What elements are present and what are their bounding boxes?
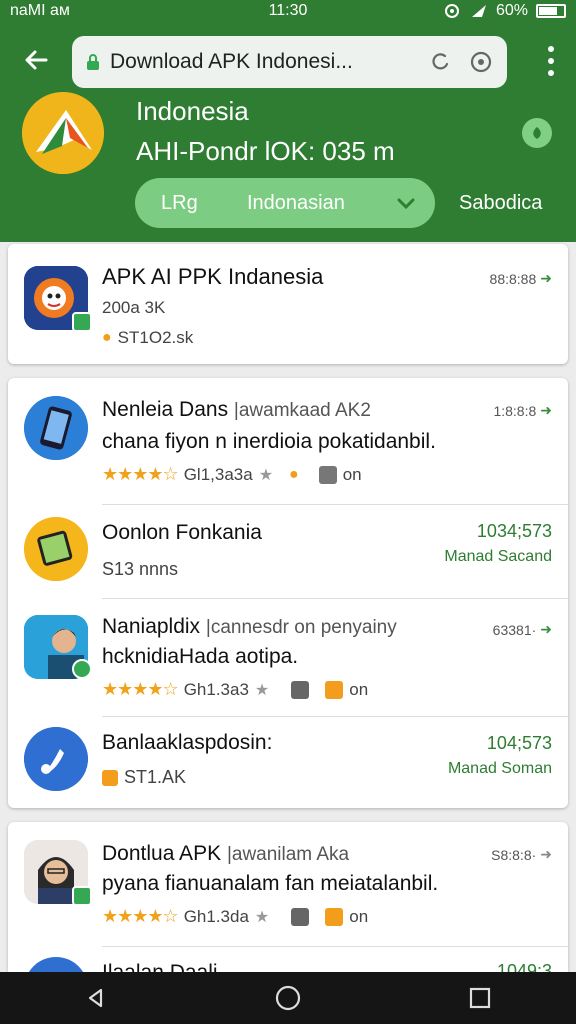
app-title: Oonlon Fonkania bbox=[102, 521, 262, 544]
app-title: Ilaalan Daali bbox=[102, 961, 218, 972]
game-app-icon bbox=[24, 517, 88, 581]
app-size: ST1.AK bbox=[124, 767, 187, 787]
app-title: APK AI PPK Indanesia bbox=[102, 264, 324, 289]
app-version: 200a 3K bbox=[102, 298, 166, 317]
app-title: Nenleia Dans bbox=[102, 398, 229, 421]
star-icon: ★ bbox=[254, 681, 270, 699]
music-app-icon bbox=[24, 727, 88, 791]
app-extra-label: on bbox=[342, 464, 362, 484]
battery-icon bbox=[536, 4, 566, 18]
app-category-icon bbox=[291, 680, 310, 699]
arrow-right-icon: ➜ bbox=[540, 846, 552, 862]
header-title: Indonesia bbox=[136, 96, 249, 126]
download-count: 1049;3 bbox=[496, 961, 552, 972]
app-extra-label: on bbox=[349, 679, 369, 699]
app-title: Banlaaklaspdosin: bbox=[102, 731, 273, 754]
list-item[interactable]: Nenleia Dans |awamkaad AK2 chana fiyon n… bbox=[8, 378, 568, 504]
star-icon: ★ bbox=[258, 466, 274, 484]
system-nav-bar bbox=[0, 972, 576, 1024]
rating-stars: ★★★★☆ bbox=[102, 679, 179, 699]
header-subtitle: AHI-Pondr lOK: 035 m bbox=[136, 136, 395, 166]
more-icon[interactable] bbox=[546, 46, 556, 76]
signal-icon bbox=[471, 5, 486, 17]
recents-icon[interactable] bbox=[460, 978, 500, 1018]
app-list-card: Dontlua APK |awanilam Aka pyana fianuana… bbox=[8, 822, 568, 972]
language-selector[interactable]: LRg Indonasian bbox=[135, 178, 435, 228]
refresh-icon[interactable] bbox=[427, 48, 455, 76]
list-item[interactable]: Banlaaklaspdosin: ST1.AK 104;573 Manad S… bbox=[8, 717, 568, 807]
rating-value: Gh1.3da bbox=[183, 906, 249, 926]
app-card: APK AI PPK Indanesia 200a 3K ● ST1O2.sk … bbox=[8, 244, 568, 364]
rating-value: Gh1.3a3 bbox=[183, 679, 249, 699]
list-item[interactable]: APK AI PPK Indanesia 200a 3K ● ST1O2.sk … bbox=[8, 244, 568, 364]
rating-value: Gl1,3a3a bbox=[183, 464, 253, 484]
app-description: hcknidiaHada aotipa. bbox=[102, 645, 299, 668]
app-extra-label: on bbox=[349, 906, 369, 926]
download-count: 1034;573 bbox=[476, 521, 552, 541]
list-item[interactable]: Dontlua APK |awanilam Aka pyana fianuana… bbox=[8, 822, 568, 946]
download-badge-icon bbox=[72, 312, 92, 332]
chevron-down-icon bbox=[397, 198, 415, 210]
star-icon: ★ bbox=[254, 908, 270, 926]
rating-stars: ★★★★☆ bbox=[102, 464, 179, 484]
language-selected: Indonasian bbox=[247, 191, 345, 214]
navigation-back-icon[interactable] bbox=[76, 978, 116, 1018]
url-text[interactable]: Download APK Indonesi... bbox=[110, 50, 415, 74]
header-right-link[interactable]: Sabodica bbox=[459, 192, 542, 215]
app-tag-icon bbox=[325, 907, 344, 926]
app-subtitle: |awamkaad AK2 bbox=[233, 400, 371, 421]
battery-percent: 60% bbox=[495, 2, 528, 19]
paw-icon: ● bbox=[102, 329, 112, 346]
app-tag-icon bbox=[325, 680, 344, 699]
app-size: S13 nnns bbox=[102, 559, 179, 579]
app-header: Download APK Indonesi... Indonesia AHI-P… bbox=[0, 22, 576, 242]
app-category-icon bbox=[318, 465, 337, 484]
url-bar[interactable]: Download APK Indonesi... bbox=[72, 36, 507, 88]
app-title: Dontlua APK bbox=[102, 842, 222, 865]
leaf-icon[interactable] bbox=[522, 118, 552, 148]
phone-app-icon bbox=[24, 396, 88, 460]
app-size: ST1O2.sk bbox=[117, 328, 194, 347]
rating-stars: ★★★★☆ bbox=[102, 906, 179, 926]
download-badge-icon bbox=[72, 886, 92, 906]
app-meta: 63381· bbox=[492, 621, 537, 638]
paw-icon: ● bbox=[289, 465, 299, 483]
arrow-right-icon: ➜ bbox=[540, 621, 552, 637]
app-meta: S8:8:8· bbox=[491, 846, 537, 863]
app-icon bbox=[24, 957, 88, 972]
verified-badge-icon bbox=[72, 659, 92, 679]
back-arrow-icon[interactable] bbox=[22, 46, 50, 74]
download-action[interactable]: Manad Soman bbox=[448, 760, 552, 778]
app-meta: 88:8:88 bbox=[489, 270, 537, 287]
app-subtitle: |cannesdr on penyainy bbox=[205, 617, 397, 638]
app-meta: 1:8:8:8 bbox=[493, 402, 537, 419]
lock-icon bbox=[87, 54, 99, 70]
app-subtitle: |awanilam Aka bbox=[226, 844, 350, 865]
list-item[interactable]: Naniapldix |cannesdr on penyainy hcknidi… bbox=[8, 599, 568, 715]
tabs-icon[interactable] bbox=[467, 48, 495, 76]
brand-logo bbox=[22, 92, 104, 174]
app-description: chana fiyon n inerdioia pokatidanbil. bbox=[102, 430, 436, 453]
carrier-label: naMI ам bbox=[10, 2, 70, 19]
home-icon[interactable] bbox=[268, 978, 308, 1018]
download-count: 104;573 bbox=[486, 733, 552, 753]
location-icon bbox=[444, 4, 459, 18]
status-bar: naMI ам 11:30 60% bbox=[0, 0, 576, 22]
app-description: pyana fianuanalam fan meiatalanbil. bbox=[102, 872, 439, 895]
download-action[interactable]: Manad Sacand bbox=[444, 548, 552, 566]
list-item[interactable]: Oonlon Fonkania S13 nnns 1034;573 Manad … bbox=[8, 505, 568, 599]
arrow-right-icon: ➜ bbox=[540, 402, 552, 418]
app-list-card: Nenleia Dans |awamkaad AK2 chana fiyon n… bbox=[8, 378, 568, 808]
app-category-icon bbox=[291, 907, 310, 926]
arrow-right-icon: ➜ bbox=[540, 270, 552, 286]
list-item[interactable]: Ilaalan Daali 1049;3 bbox=[8, 947, 568, 972]
app-title: Naniapldix bbox=[102, 615, 201, 638]
app-tag-icon bbox=[102, 769, 118, 786]
language-code: LRg bbox=[161, 191, 198, 214]
